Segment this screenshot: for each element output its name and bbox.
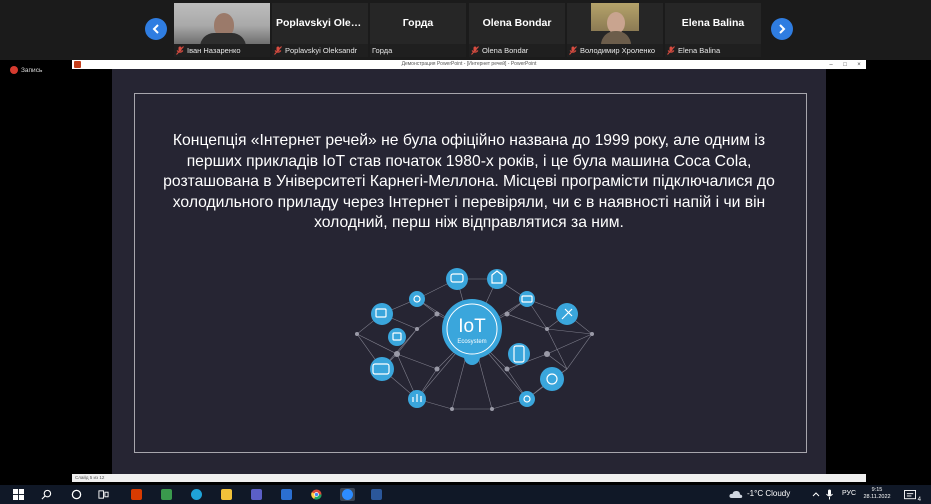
record-icon [10,66,18,74]
mic-muted-icon [176,46,184,55]
participant-tile[interactable]: Olena Bondar Olena Bondar [469,3,565,57]
participant-label-bar: Elena Balina [665,44,761,57]
participant-tile[interactable]: Володимир Хроленко [567,3,663,57]
participant-tile[interactable]: Elena Balina Elena Balina [665,3,761,57]
office-icon [131,489,142,500]
participant-display-name: Olena Bondar [482,17,552,29]
mail-icon [281,489,292,500]
recording-label: Запись [21,66,43,74]
taskbar: -1°C Cloudy РУС 9:15 28.11.2022 4 [0,485,931,504]
mic-muted-icon [274,46,282,55]
clock[interactable]: 9:15 28.11.2022 [860,487,894,501]
window-title-bar: Демонстрация PowerPoint - [Интернет рече… [72,60,866,69]
cortana-button[interactable] [70,488,83,501]
participant-label-bar: Горда [370,44,466,57]
search-button[interactable] [40,488,53,501]
slide-frame: Концепція «Інтернет речей» не була офіці… [134,93,807,453]
cloud-icon [729,490,743,498]
mic-muted-icon [667,46,675,55]
task-view-icon [98,490,109,499]
window-title: Демонстрация PowerPoint - [Интернет рече… [401,61,537,67]
iot-ecosystem-graphic: IoT Ecosystem [355,268,594,411]
search-icon [41,489,52,500]
cortana-icon [71,489,82,500]
windows-logo-icon [13,489,24,500]
participant-display-name: Elena Balina [681,17,745,29]
taskbar-app-teams[interactable] [250,488,263,501]
chevron-up-icon[interactable] [812,491,820,497]
iot-subtitle: Ecosystem [457,339,486,345]
taskbar-app-word[interactable] [370,488,383,501]
participant-name: Горда [372,46,393,55]
participant-label-bar: Іван Назаренко [174,44,270,57]
notification-center-button[interactable]: 4 [904,488,921,503]
participant-name: Іван Назаренко [187,46,241,55]
close-button[interactable]: × [852,60,866,69]
participant-tile[interactable]: Горда Горда [370,3,466,57]
participant-tile[interactable]: Іван Назаренко [174,3,270,57]
participant-name: Olena Bondar [482,46,529,55]
recording-indicator[interactable]: Запись [10,66,42,74]
participant-video [591,3,639,45]
zoom-icon [342,489,353,500]
clock-time: 9:15 [871,487,883,493]
participant-tile[interactable]: Poplavskyi Olek... Poplavskyi Oleksandr [272,3,368,57]
participant-label-bar: Володимир Хроленко [567,44,663,57]
participants-strip: Іван Назаренко Poplavskyi Olek... Poplav… [0,0,931,60]
slide-body-text: Концепція «Інтернет речей» не була офіці… [163,132,775,231]
prev-participants-button[interactable] [145,18,167,40]
mic-muted-icon [569,46,577,55]
chevron-right-icon [779,24,786,34]
windows-start-button[interactable] [12,488,25,501]
weather-widget[interactable]: -1°C Cloudy [747,489,790,498]
participant-display-name: Poplavskyi Olek... [276,17,366,29]
chrome-icon [311,489,322,500]
powerpoint-window: Демонстрация PowerPoint - [Интернет рече… [72,60,866,482]
chevron-left-icon [152,24,159,34]
taskbar-app-edge[interactable] [190,488,203,501]
word-icon [371,489,382,500]
presentation-status-bar: Слайд 5 из 12 [72,474,866,482]
microphone-icon[interactable] [826,489,833,500]
folder-icon [221,489,232,500]
participant-name: Elena Balina [678,46,721,55]
edge-icon [191,489,202,500]
language-indicator[interactable]: РУС [842,490,856,497]
participant-display-name: Горда [402,17,434,29]
taskbar-app-mail[interactable] [280,488,293,501]
participant-name: Poplavskyi Oleksandr [285,46,358,55]
participant-name: Володимир Хроленко [580,46,656,55]
mic-muted-icon [471,46,479,55]
participant-video-area [567,3,663,45]
minimize-button[interactable]: – [824,60,838,69]
slide-counter: Слайд 5 из 12 [75,475,105,480]
taskbar-app-spreadsheet[interactable] [160,488,173,501]
notification-icon [904,490,917,500]
slide[interactable]: Концепція «Інтернет речей» не була офіці… [112,69,826,474]
iot-title: IoT [458,316,486,337]
participant-label-bar: Olena Bondar [469,44,565,57]
clock-date: 28.11.2022 [863,494,891,500]
taskbar-app-office[interactable] [130,488,143,501]
teams-icon [251,489,262,500]
notification-count: 4 [917,497,921,503]
taskbar-app-chrome[interactable] [310,488,323,501]
task-view-button[interactable] [97,488,110,501]
taskbar-app-zoom[interactable] [340,488,355,501]
maximize-button[interactable]: □ [838,60,852,69]
next-participants-button[interactable] [771,18,793,40]
participant-video [174,3,270,47]
taskbar-app-file-explorer[interactable] [220,488,233,501]
spreadsheet-icon [161,489,172,500]
participant-label-bar: Poplavskyi Oleksandr [272,44,368,57]
